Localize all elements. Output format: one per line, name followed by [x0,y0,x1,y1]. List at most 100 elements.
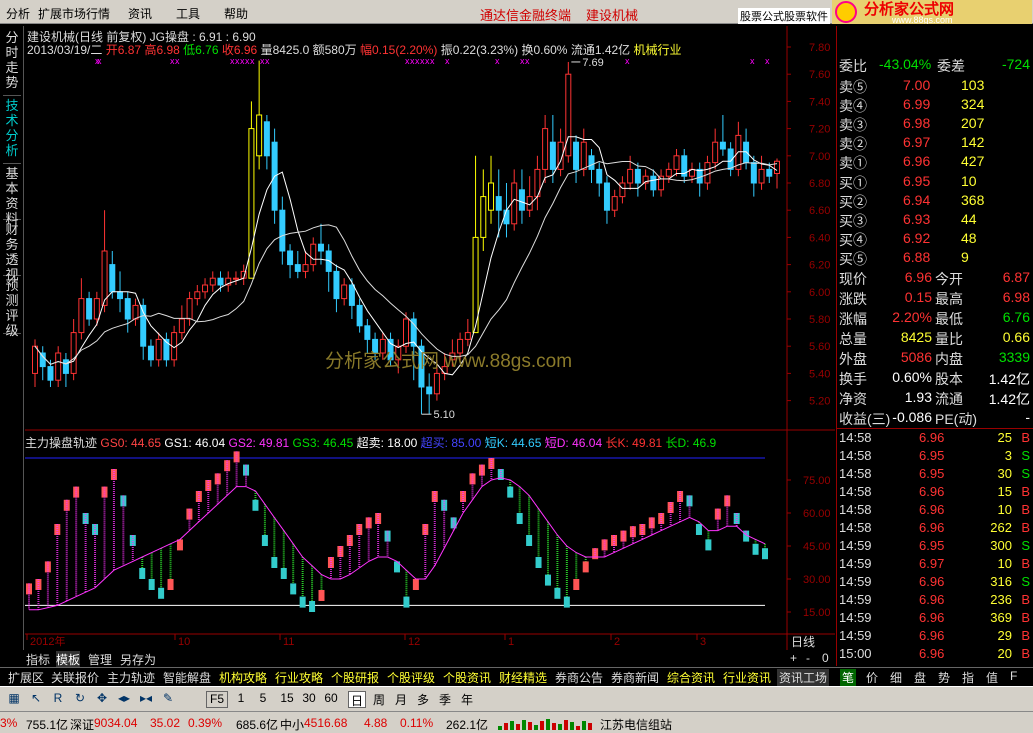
period-button-7[interactable]: 日 [348,691,366,708]
candle-body [603,182,610,211]
zoom-reset-button[interactable]: 0 [822,651,829,665]
vtab-2[interactable]: 技术分析 [3,98,21,164]
period-button-5[interactable]: 30 [298,691,320,708]
menu-extended-market[interactable]: 扩展市场行情 [38,5,110,22]
chart-icon[interactable]: ▦ [4,691,24,708]
status-volume-bar [528,722,532,730]
legend-overbuy: 超卖: 18.00 [356,436,418,450]
compress-icon[interactable]: ◂▸ [114,691,134,708]
tick-row: 14:59 6.96 316 S [837,573,1033,591]
period-button-1[interactable]: F5 [206,691,228,708]
tick-time: 14:58 [839,430,872,445]
tab-indicator[interactable]: 指标 [26,651,50,668]
stat-label-left: 总量 [839,331,867,347]
link-5[interactable]: 机构攻略 [217,669,269,686]
tick-side: B [1021,592,1030,607]
period-button-8[interactable]: 周 [370,691,388,708]
ask-volume: 103 [961,77,985,93]
info-date: 2013/03/19/二 [27,43,103,57]
tick-volume: 29 [997,628,1012,643]
stat-row-2: 涨跌 0.15 最高 6.98 [837,288,1033,307]
rsi-icon[interactable]: R [48,691,68,708]
tick-volume: 236 [990,592,1012,607]
vtab-5[interactable]: 预测评级 [3,278,21,338]
status-amount1: 755.1亿 [26,718,69,732]
menu-analysis[interactable]: 分析 [6,5,30,22]
side-tab-3[interactable]: 细 [888,669,904,686]
side-tab-6[interactable]: 指 [960,669,976,686]
move-icon[interactable]: ✥ [92,691,112,708]
candle-body [719,141,726,150]
pointer-icon[interactable]: ↖ [26,691,46,708]
link-6[interactable]: 行业攻略 [273,669,325,686]
link-3[interactable]: 主力轨迹 [105,669,157,686]
tab-save-as[interactable]: 另存为 [120,651,156,668]
side-tab-2[interactable]: 价 [864,669,880,686]
candle-body [712,141,719,164]
bid-volume: 368 [961,192,985,208]
side-tab-4[interactable]: 盘 [912,669,928,686]
menu-help[interactable]: 帮助 [224,5,248,22]
candle-body [55,352,62,381]
link-1[interactable]: 扩展区 [6,669,46,686]
refresh-icon[interactable]: ↻ [70,691,90,708]
status-volume-bar [564,720,568,730]
menu-news[interactable]: 资讯 [128,5,152,22]
zoom-in-button[interactable]: + [790,651,797,665]
link-9[interactable]: 个股资讯 [441,669,493,686]
time-axis-label: 11 [283,636,294,648]
tick-side: S [1021,466,1030,481]
period-button-10[interactable]: 多 [414,691,432,708]
link-13[interactable]: 综合资讯 [665,669,717,686]
tab-manage[interactable]: 管理 [88,651,112,668]
tick-time: 14:59 [839,538,872,553]
candle-body [364,325,371,340]
period-button-9[interactable]: 月 [392,691,410,708]
period-button-4[interactable]: 15 [276,691,298,708]
side-tab-8[interactable]: F [1008,669,1019,683]
period-button-12[interactable]: 年 [458,691,476,708]
link-8[interactable]: 个股评级 [385,669,437,686]
toolbar: ▦ ↖ R ↻ ✥ ◂▸ ▸◂ ✎ F5 1 5 15 30 60 日周月多季年 [0,686,1033,711]
stock-title: 建设机械 [586,8,639,23]
menu-tools[interactable]: 工具 [176,5,200,22]
link-10[interactable]: 财经精选 [497,669,549,686]
period-button-11[interactable]: 季 [436,691,454,708]
side-tab-1[interactable]: 笔 [840,669,857,686]
zoom-out-button[interactable]: - [806,651,810,665]
stat-value-left: 0.15 [904,289,932,305]
status-volume-bar [522,720,526,730]
period-button-3[interactable]: 5 [254,691,272,708]
link-4[interactable]: 智能解盘 [161,669,213,686]
site-logo: 分析家公式网 www.88gs.com [832,0,1032,24]
period-button-2[interactable]: 1 [232,691,250,708]
candle-body [70,332,77,374]
link-15[interactable]: 资讯工场 [777,669,830,686]
status-volume-bar [558,724,562,730]
legend-gs2: GS2: 49.81 [228,436,290,450]
stat-value-right: 6.98 [1002,289,1030,305]
ask-label: 卖③ [839,117,867,133]
side-tab-5[interactable]: 势 [936,669,952,686]
candle-body [294,264,301,272]
period-button-6[interactable]: 60 [320,691,342,708]
vtab-4[interactable]: 财务透视 [3,222,21,282]
side-tab-7[interactable]: 值 [984,669,1000,686]
link-14[interactable]: 行业资讯 [721,669,773,686]
stat-value-right: 6.87 [1002,269,1030,285]
tab-template[interactable]: 模板 [56,651,81,668]
vtab-3[interactable]: 基本资料 [3,166,21,226]
candle-body [124,298,131,320]
link-12[interactable]: 券商新闻 [609,669,661,686]
tick-price: 6.96 [919,610,945,625]
expand-icon[interactable]: ▸◂ [136,691,156,708]
kline-chart[interactable]: 7.80 7.60 7.40 7.20 7.00 6.80 6.60 6.40 6.20 6.00… [25,26,835,651]
menu-bar: 分析 扩展市场行情 资讯 工具 帮助 通达信金融终端 建设机械 股票公式股票软件… [0,0,1033,24]
draw-icon[interactable]: ✎ [158,691,178,708]
vtab-1[interactable]: 分时走势 [3,30,21,96]
link-7[interactable]: 个股研报 [329,669,381,686]
link-2[interactable]: 关联报价 [49,669,101,686]
candle-body [287,250,294,266]
status-bar: 3% 755.1亿 深证 9034.04 35.02 0.39% 685.6亿 … [0,711,1033,733]
link-11[interactable]: 券商公告 [553,669,605,686]
